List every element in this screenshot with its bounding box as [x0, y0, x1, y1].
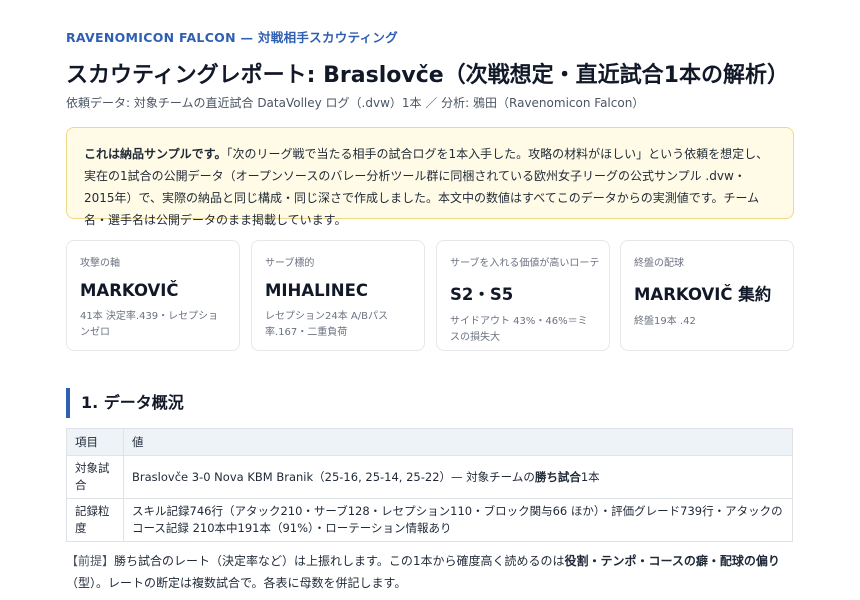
- premise-text: 勝ち試合のレート（決定率など）は上振れします。この1本から確度高く読めるのは: [114, 554, 565, 568]
- summary-card-endgame: 終盤の配球 MARKOVIČ 集約 終盤19本 .42: [620, 240, 794, 351]
- table-row: 記録粒度 スキル記録746行（アタック210・サーブ128・レセプション110・…: [66, 498, 793, 542]
- row-value-text: スキル記録746行（アタック210・サーブ128・レセプション110・ブロック関…: [132, 504, 783, 535]
- sample-notice: これは納品サンプルです。「次のリーグ戦で当たる相手の試合ログを1本入手した。攻略…: [66, 127, 794, 227]
- row-key: 記録粒度: [66, 498, 124, 542]
- card-note: 41本 決定率.439・レセプションゼロ: [80, 311, 219, 338]
- summary-card-serve-target: サーブ標的 MIHALINEC レセプション24本 A/Bパス率.167・二重負…: [251, 240, 425, 351]
- row-key: 対象試合: [66, 455, 124, 499]
- card-note: レセプション24本 A/Bパス率.167・二重負荷: [265, 311, 388, 338]
- summary-card-rotation: サーブを入れる価値が高いローテ S2・S5 サイドアウト 43%・46%＝ミスの…: [436, 240, 610, 351]
- card-label: 終盤の配球: [634, 258, 684, 269]
- table-header-row: 項目 値: [66, 428, 793, 456]
- notice-lead: これは納品サンプルです。: [84, 147, 227, 161]
- card-value: MARKOVIČ: [80, 281, 179, 300]
- card-note: サイドアウト 43%・46%＝ミスの損失大: [450, 316, 588, 343]
- page-title: スカウティングレポート: Braslovče（次戦想定・直近試合1本の解析）: [66, 63, 789, 88]
- premise-text-end: （型）。レートの断定は複数試合で。各表に母数を併記します。: [66, 576, 407, 590]
- column-header-value: 値: [123, 428, 793, 456]
- row-value-suffix: 1本: [580, 469, 600, 484]
- data-overview-table: 項目 値 対象試合 Braslovče 3-0 Nova KBM Branik（…: [66, 428, 793, 542]
- card-value: MIHALINEC: [265, 281, 368, 300]
- section-heading-data-overview: 1. データ概況: [66, 388, 184, 418]
- card-label: サーブ標的: [265, 258, 315, 269]
- card-value: S2・S5: [450, 285, 514, 304]
- row-value: Braslovče 3-0 Nova KBM Branik（25-16, 25-…: [123, 455, 793, 499]
- card-value: MARKOVIČ 集約: [634, 285, 772, 304]
- card-label: 攻撃の軸: [80, 258, 120, 269]
- page-subtitle: 依頼データ: 対象チームの直近試合 DataVolley ログ（.dvw）1本 …: [66, 96, 645, 110]
- premise-emphasis: 役割・テンポ・コースの癖・配球の偏り: [564, 554, 780, 568]
- row-value-text: Braslovče 3-0 Nova KBM Branik（25-16, 25-…: [132, 469, 535, 484]
- card-label: サーブを入れる価値が高いローテ: [450, 258, 600, 269]
- row-value-emphasis: 勝ち試合: [534, 469, 581, 484]
- column-header-item: 項目: [66, 428, 124, 456]
- table-row: 対象試合 Braslovče 3-0 Nova KBM Branik（25-16…: [66, 455, 793, 499]
- report-brand: RAVENOMICON FALCON — 対戦相手スカウティング: [66, 30, 399, 45]
- premise-note: 【前提】勝ち試合のレート（決定率など）は上振れします。この1本から確度高く読める…: [66, 550, 786, 594]
- row-value: スキル記録746行（アタック210・サーブ128・レセプション110・ブロック関…: [123, 498, 793, 542]
- premise-tag: 【前提】: [66, 554, 115, 568]
- summary-card-attack: 攻撃の軸 MARKOVIČ 41本 決定率.439・レセプションゼロ: [66, 240, 240, 351]
- card-note: 終盤19本 .42: [634, 316, 696, 327]
